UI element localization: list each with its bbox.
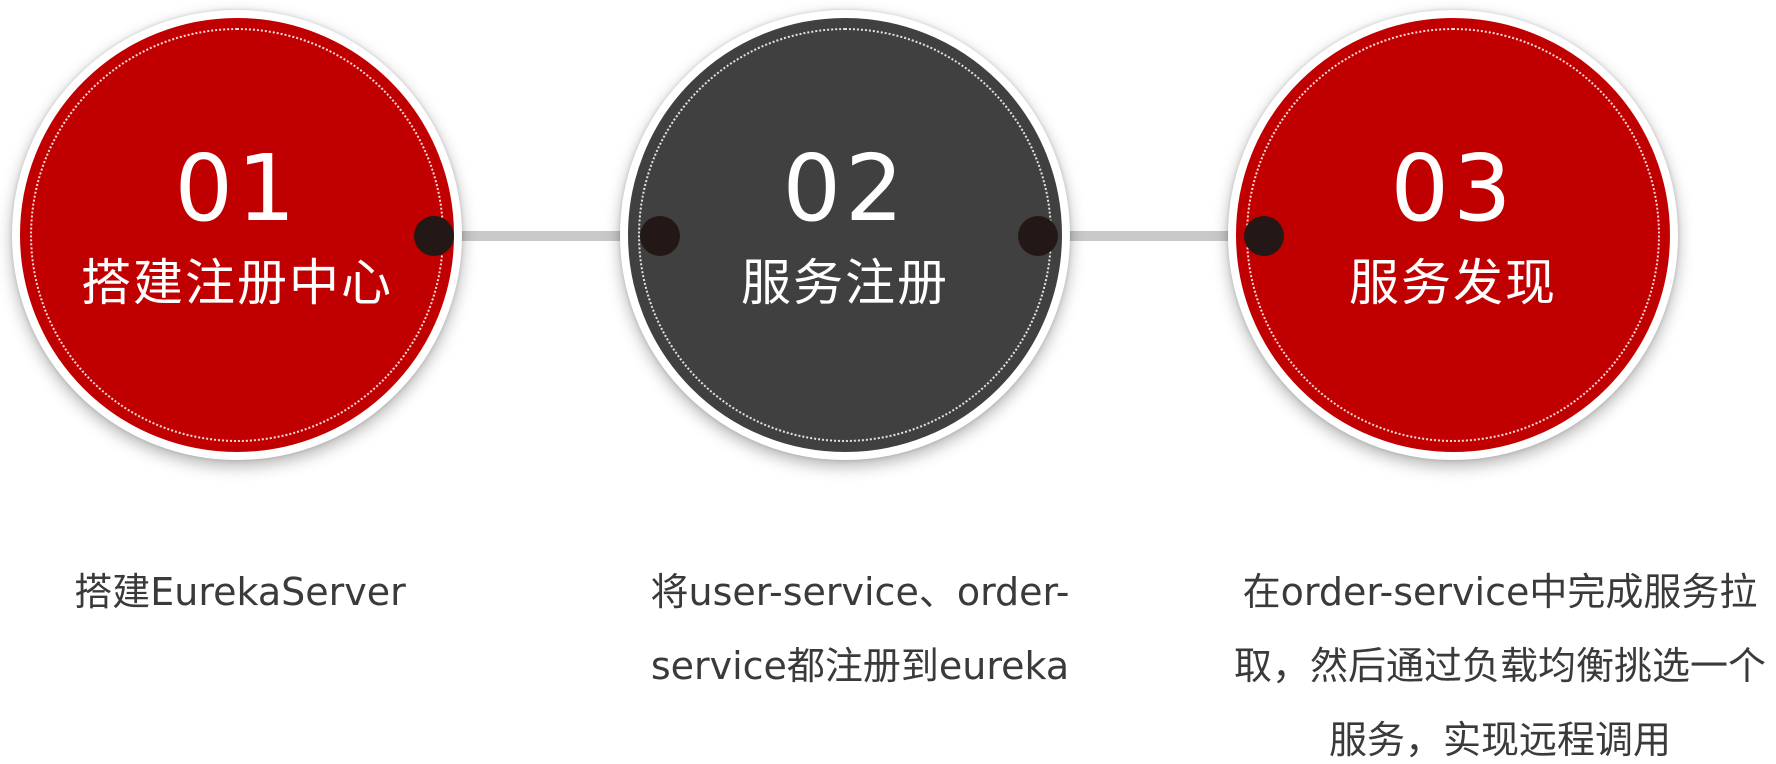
step-2-description: 将user-service、order-service都注册到eureka (650, 570, 1070, 688)
connector-2-start-dot (1018, 216, 1058, 256)
step-1-number: 01 (174, 135, 300, 242)
step-1-title: 搭建注册中心 (81, 254, 393, 312)
step-3-circle: 03 服务发现 (1228, 10, 1678, 460)
connector-1-start-dot (414, 216, 454, 256)
step-2-title: 服务注册 (741, 254, 949, 312)
step-2-number: 02 (782, 135, 908, 242)
connector-2-end-dot (1244, 216, 1284, 256)
step-3-description: 在order-service中完成服务拉取，然后通过负载均衡挑选一个服务，实现远… (1233, 570, 1766, 762)
process-diagram: 01 搭建注册中心 02 服务注册 03 服务发现 搭建EurekaServer… (0, 0, 1776, 764)
step-1-circle: 01 搭建注册中心 (12, 10, 462, 460)
step-1-description: 搭建EurekaServer (74, 570, 406, 614)
step-2-circle: 02 服务注册 (620, 10, 1070, 460)
step-3-title: 服务发现 (1349, 254, 1557, 312)
step-3-number: 03 (1390, 135, 1516, 242)
connector-1-end-dot (640, 216, 680, 256)
